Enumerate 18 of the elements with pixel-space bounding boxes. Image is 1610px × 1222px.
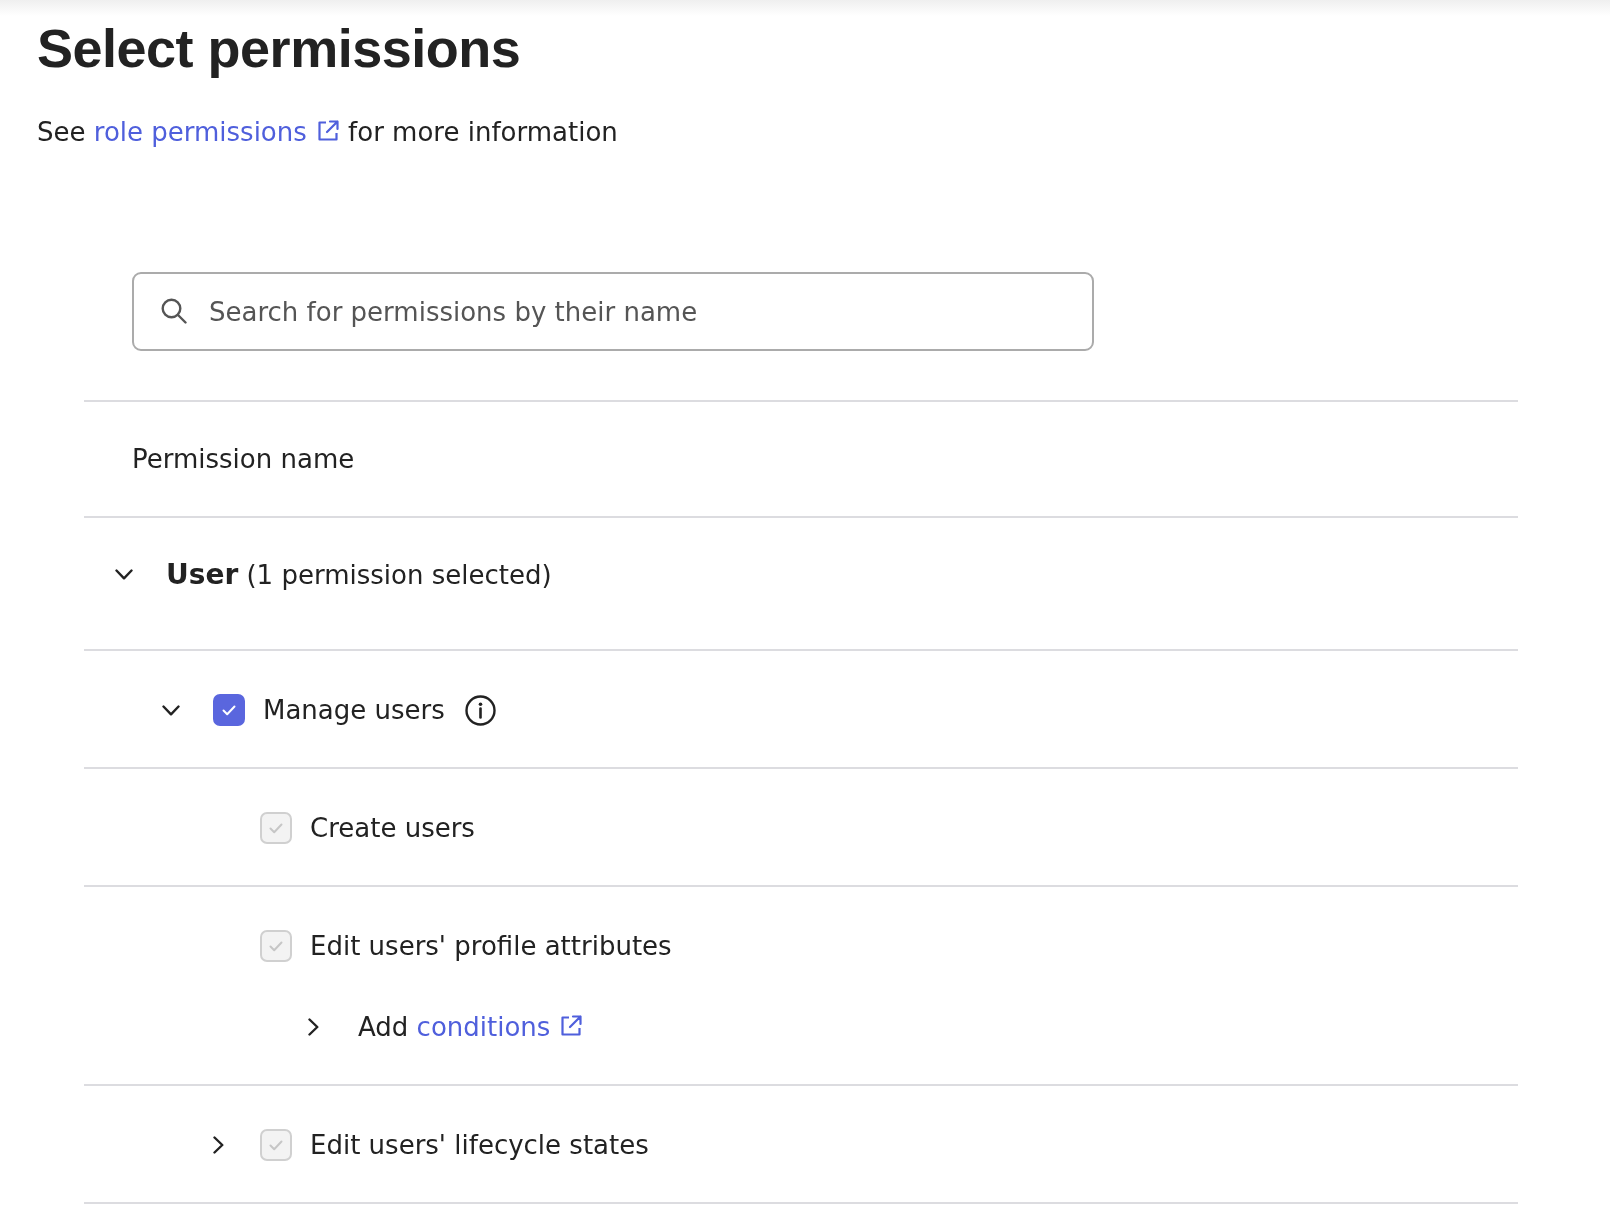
permission-label: Create users [310, 813, 475, 843]
permission-label: Edit users' lifecycle states [310, 1130, 649, 1160]
intro-text: See role permissions for more information [37, 116, 618, 149]
chevron-down-icon[interactable] [162, 704, 180, 716]
permission-label: Edit users' profile attributes [310, 931, 672, 961]
page-title: Select permissions [37, 17, 521, 80]
column-header: Permission name [132, 443, 355, 476]
group-title: User (1 permission selected) [166, 557, 552, 591]
search-field[interactable]: Search for permissions by their name [132, 272, 1094, 351]
chevron-down-icon[interactable] [115, 568, 133, 580]
role-permissions-link[interactable]: role permissions [93, 117, 340, 147]
search-icon [161, 298, 187, 324]
checkbox[interactable] [213, 694, 245, 726]
external-link-icon [559, 1014, 584, 1038]
info-icon[interactable] [464, 694, 496, 726]
permission-label: Manage users [263, 695, 445, 725]
external-link-icon [315, 119, 340, 143]
conditions-text: Add conditions [358, 1012, 584, 1042]
